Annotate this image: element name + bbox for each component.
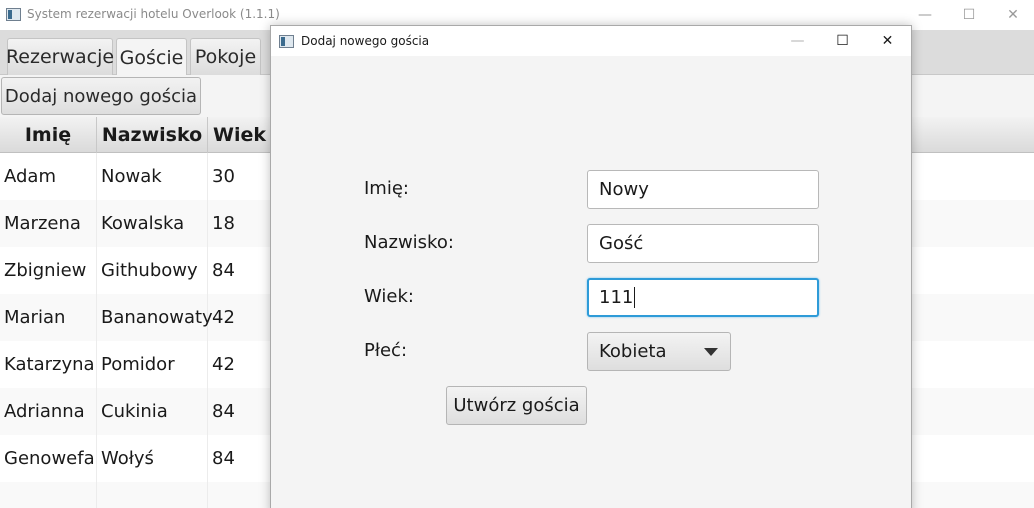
close-button[interactable]: ✕: [990, 0, 1034, 30]
tab-goscie[interactable]: Goście: [116, 38, 187, 76]
age-value: 111: [599, 287, 634, 308]
cell-first-name: [0, 482, 97, 508]
dialog-maximize-button[interactable]: ☐: [820, 26, 865, 56]
age-field[interactable]: 111: [587, 278, 819, 317]
last-name-label: Nazwisko:: [364, 232, 454, 253]
cell-last-name: Bananowaty: [97, 294, 213, 341]
dialog-titlebar[interactable]: Dodaj nowego gościa — ☐ ✕: [271, 26, 911, 56]
first-name-field[interactable]: Nowy: [587, 170, 819, 209]
column-header-last-name[interactable]: Nazwisko: [97, 117, 208, 153]
cell-age: 42: [208, 294, 272, 341]
cell-first-name: Adam: [0, 153, 97, 200]
gender-label: Płeć:: [364, 340, 408, 361]
cell-first-name: Marian: [0, 294, 97, 341]
cell-last-name: [97, 482, 208, 508]
age-label: Wiek:: [364, 286, 414, 307]
cell-last-name: Wołyś: [97, 435, 208, 482]
column-header-first-name[interactable]: Imię: [0, 117, 97, 153]
cell-last-name: Nowak: [97, 153, 208, 200]
tab-pokoje[interactable]: Pokoje: [190, 38, 261, 75]
first-name-value: Nowy: [599, 179, 649, 200]
cell-last-name: Pomidor: [97, 341, 208, 388]
dialog-title: Dodaj nowego gościa: [301, 34, 430, 48]
maximize-button[interactable]: ☐: [946, 0, 992, 30]
create-guest-button[interactable]: Utwórz gościa: [446, 386, 587, 425]
cell-age: 42: [208, 341, 272, 388]
dialog-close-button[interactable]: ✕: [865, 26, 910, 56]
cell-age: 84: [208, 388, 272, 435]
cell-age: 30: [208, 153, 272, 200]
cell-first-name: Zbigniew: [0, 247, 97, 294]
chevron-down-icon: [704, 348, 718, 356]
gender-combobox[interactable]: Kobieta: [587, 332, 731, 371]
cell-age: 18: [208, 200, 272, 247]
cell-last-name: Kowalska: [97, 200, 208, 247]
gender-value: Kobieta: [599, 341, 667, 362]
first-name-label: Imię:: [364, 178, 409, 199]
cell-first-name: Adrianna: [0, 388, 97, 435]
dialog-minimize-button[interactable]: —: [775, 26, 820, 56]
add-guest-button[interactable]: Dodaj nowego gościa: [1, 77, 201, 115]
cell-age: 84: [208, 247, 272, 294]
main-window-title: System rezerwacji hotelu Overlook (1.1.1…: [27, 7, 280, 21]
last-name-field[interactable]: Gość: [587, 224, 819, 263]
text-caret: [634, 287, 636, 308]
cell-age: 84: [208, 435, 272, 482]
cell-last-name: Cukinia: [97, 388, 208, 435]
cell-age: [208, 482, 272, 508]
tab-rezerwacje[interactable]: Rezerwacje: [6, 38, 114, 75]
add-guest-dialog: Dodaj nowego gościa — ☐ ✕ Imię: Nowy Naz…: [270, 25, 912, 508]
last-name-value: Gość: [599, 233, 644, 254]
column-header-age[interactable]: Wiek: [208, 117, 272, 153]
cell-first-name: Genowefa: [0, 435, 97, 482]
cell-first-name: Marzena: [0, 200, 97, 247]
app-icon: [6, 8, 21, 21]
cell-first-name: Katarzyna: [0, 341, 97, 388]
dialog-app-icon: [279, 35, 294, 48]
cell-last-name: Githubowy: [97, 247, 208, 294]
